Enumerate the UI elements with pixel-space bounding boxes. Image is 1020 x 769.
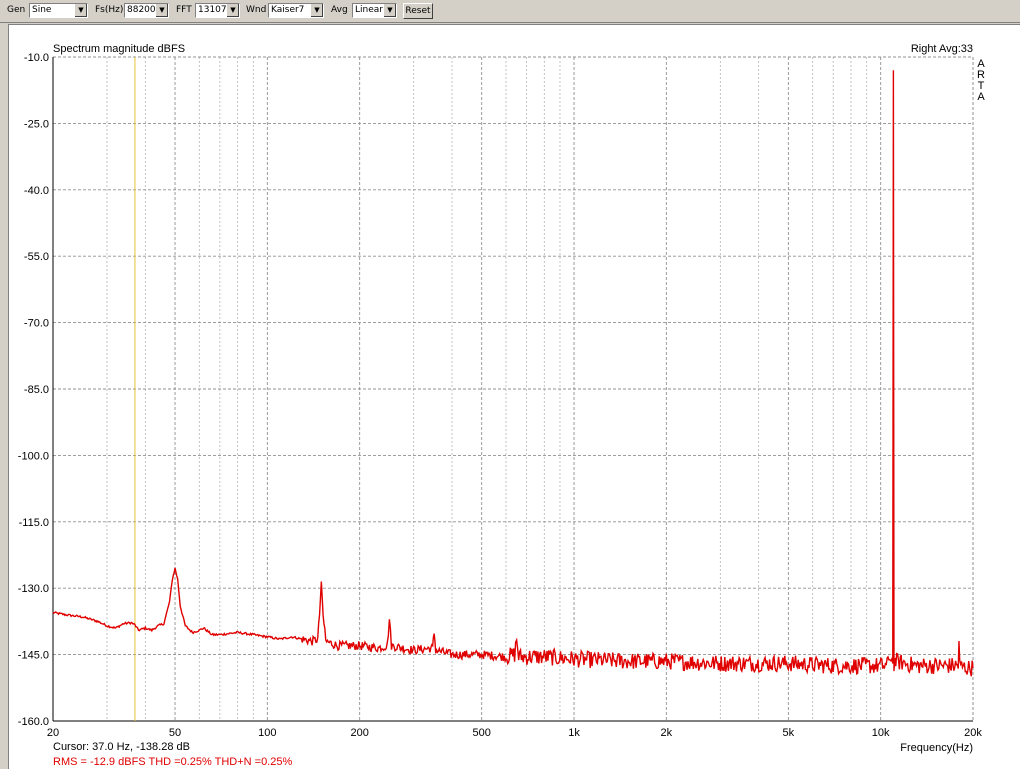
brand-letter: A [977, 91, 985, 103]
x-tick-label: 2k [661, 727, 673, 739]
x-tick-label: 500 [473, 727, 491, 739]
chevron-down-icon: ▼ [226, 4, 239, 17]
y-tick-label: -70.0 [24, 318, 49, 330]
avg-label: Avg [331, 5, 348, 15]
y-tick-label: -130.0 [18, 583, 49, 595]
gen-value: Sine [32, 5, 52, 15]
arta-brand: A R T A [977, 58, 985, 103]
wnd-value: Kaiser7 [271, 5, 305, 15]
chevron-down-icon: ▼ [383, 4, 396, 17]
y-tick-label: -40.0 [24, 185, 49, 197]
channel-label: Right Avg:33 [911, 43, 973, 55]
chevron-down-icon: ▼ [310, 4, 323, 17]
y-tick-label: -160.0 [18, 716, 49, 728]
spectrum-panel: -10.0 -25.0 -40.0 -55.0 -70.0 -85.0 -100.0 -115… [8, 24, 1020, 769]
chevron-down-icon: ▼ [155, 4, 168, 17]
x-tick-label: 50 [169, 727, 181, 739]
fft-label: FFT [176, 5, 192, 15]
avg-select[interactable]: Linear ▼ [352, 3, 397, 18]
gen-label: Gen [7, 5, 26, 15]
toolbar: Gen Sine ▼ Fs(Hz) 88200 ▼ FFT 131072 ▼ W… [0, 0, 1020, 23]
y-tick-label: -10.0 [24, 52, 49, 64]
avg-value: Linear [355, 5, 383, 15]
fft-select[interactable]: 131072 ▼ [195, 3, 240, 18]
y-tick-label: -145.0 [18, 650, 49, 662]
y-tick-label: -115.0 [19, 517, 49, 529]
chart-title: Spectrum magnitude dBFS [53, 43, 185, 55]
fs-select[interactable]: 88200 ▼ [124, 3, 169, 18]
spectrum-chart[interactable]: -10.0 -25.0 -40.0 -55.0 -70.0 -85.0 -100.0 -115… [9, 25, 1020, 769]
reset-button[interactable]: Reset [403, 3, 433, 19]
wnd-label: Wnd [246, 5, 267, 15]
gen-select[interactable]: Sine ▼ [29, 3, 88, 18]
x-tick-label: 20k [964, 727, 982, 739]
fs-label: Fs(Hz) [95, 5, 124, 15]
x-tick-label: 10k [872, 727, 890, 739]
stats-readout: RMS = -12.9 dBFS THD =0.25% THD+N =0.25% [53, 756, 292, 768]
y-tick-label: -55.0 [24, 251, 49, 263]
wnd-select[interactable]: Kaiser7 ▼ [268, 3, 324, 18]
x-axis-label: Frequency(Hz) [900, 742, 973, 754]
y-tick-label: -85.0 [24, 384, 49, 396]
cursor-readout: Cursor: 37.0 Hz, -138.28 dB [53, 741, 190, 753]
x-tick-label: 1k [568, 727, 580, 739]
y-tick-label: -25.0 [24, 118, 49, 130]
x-tick-label: 100 [258, 727, 276, 739]
x-tick-label: 5k [783, 727, 795, 739]
chevron-down-icon: ▼ [74, 4, 87, 17]
series-line-spectrum [52, 70, 974, 677]
x-tick-label: 200 [350, 727, 368, 739]
y-tick-label: -100.0 [18, 450, 49, 462]
x-tick-label: 20 [47, 727, 59, 739]
fs-value: 88200 [127, 5, 156, 15]
